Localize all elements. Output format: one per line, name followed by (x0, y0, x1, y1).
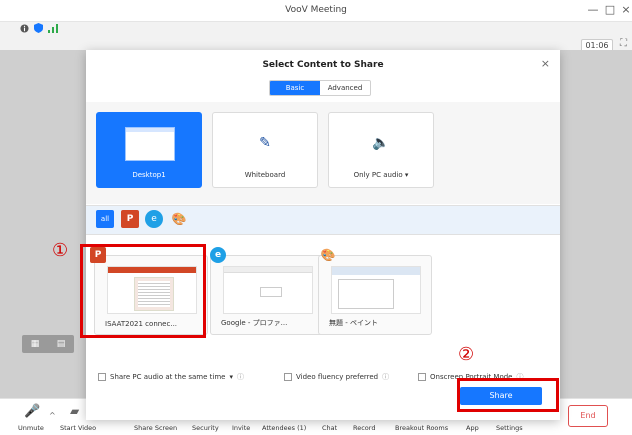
chat-button[interactable]: Chat (322, 424, 337, 432)
close-icon[interactable]: × (541, 57, 550, 70)
card-label: Whiteboard (244, 171, 286, 179)
annotation-marker-2: ② (458, 344, 475, 365)
whiteboard-share-card[interactable]: ✎ Whiteboard (212, 112, 318, 188)
unmute-button[interactable]: Unmute (18, 424, 44, 432)
tab-advanced[interactable]: Advanced (320, 81, 370, 95)
window-label: 無題 - ペイント (329, 319, 378, 327)
chevron-down-icon[interactable]: ▾ (229, 373, 233, 381)
pen-icon: ✎ (259, 135, 271, 151)
record-button[interactable]: Record (353, 424, 375, 432)
meeting-top-bar (0, 22, 632, 50)
shield-icon[interactable] (34, 23, 43, 33)
info-icon[interactable] (20, 23, 29, 33)
camera-off-icon[interactable]: ▰ (70, 404, 79, 418)
share-screen-button[interactable]: Share Screen (134, 424, 177, 432)
desktop-share-card[interactable]: Desktop1 (96, 112, 202, 188)
status-icons (20, 23, 58, 33)
settings-button[interactable]: Settings (496, 424, 523, 432)
chevron-up-icon[interactable]: ^ (49, 411, 56, 420)
tab-basic[interactable]: Basic (270, 81, 320, 95)
minimize-button[interactable]: — (586, 3, 600, 16)
annotation-box-1 (80, 244, 206, 338)
checkbox[interactable] (98, 373, 106, 381)
gallery-view-icon[interactable]: ▤ (57, 339, 66, 349)
breakout-rooms-button[interactable]: Breakout Rooms (395, 424, 448, 432)
view-toggle[interactable]: ▦ ▤ (22, 335, 74, 353)
paint-filter-icon[interactable]: 🎨 (170, 210, 188, 228)
signal-icon (48, 23, 58, 33)
help-icon[interactable]: ⓘ (382, 372, 389, 382)
window-label: Google - プロファ... (221, 319, 288, 327)
option-label: Share PC audio at the same time (110, 373, 226, 381)
window-card-edge[interactable]: Google - プロファ... (210, 255, 324, 335)
paint-icon: 🎨 (320, 248, 336, 262)
annotation-box-2 (457, 378, 559, 412)
checkbox[interactable] (418, 373, 426, 381)
video-fluency-option[interactable]: Video fluency preferred ⓘ (284, 372, 389, 382)
card-label: Desktop1 (132, 171, 166, 179)
end-meeting-button[interactable]: End (568, 405, 608, 427)
invite-button[interactable]: Invite (232, 424, 250, 432)
filter-all-button[interactable]: all (96, 210, 114, 228)
fullscreen-icon[interactable]: ⛶ (620, 38, 627, 49)
window-card-paint[interactable]: 無題 - ペイント (318, 255, 432, 335)
window-thumbnail (331, 266, 421, 314)
desktop-thumbnail (125, 127, 175, 161)
card-label: Only PC audio ▾ (353, 171, 409, 179)
edge-filter-icon[interactable]: e (145, 210, 163, 228)
attendees-button[interactable]: Attendees (1) (262, 424, 306, 432)
window-title: VooV Meeting (285, 5, 347, 15)
share-pc-audio-option[interactable]: Share PC audio at the same time ▾ ⓘ (98, 372, 244, 382)
annotation-marker-1: ① (52, 240, 69, 261)
close-button[interactable]: × (619, 3, 632, 16)
microphone-muted-icon[interactable]: 🎤 (24, 404, 40, 419)
pc-audio-share-card[interactable]: 🔈 Only PC audio ▾ (328, 112, 434, 188)
grid-view-icon[interactable]: ▦ (31, 339, 40, 349)
option-label: Video fluency preferred (296, 373, 379, 381)
dialog-title: Select Content to Share (262, 60, 384, 70)
window-thumbnail (223, 266, 313, 314)
start-video-button[interactable]: Start Video (60, 424, 96, 432)
share-mode-tabs: Basic Advanced (269, 80, 371, 96)
app-button[interactable]: App (466, 424, 479, 432)
share-content-dialog: Select Content to Share × Basic Advanced… (86, 50, 560, 420)
security-button[interactable]: Security (192, 424, 219, 432)
edge-icon: e (210, 247, 226, 263)
speaker-icon: 🔈 (372, 135, 390, 151)
title-bar: VooV Meeting — □ × (0, 0, 632, 22)
powerpoint-filter-icon[interactable]: P (121, 210, 139, 228)
help-icon[interactable]: ⓘ (237, 372, 244, 382)
maximize-button[interactable]: □ (603, 3, 617, 16)
checkbox[interactable] (284, 373, 292, 381)
